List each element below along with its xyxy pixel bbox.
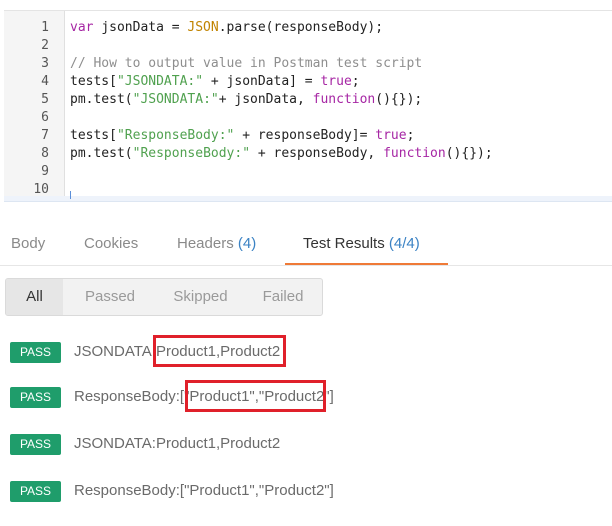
code-token: true [320,74,352,89]
code-token: "JSONDATA:" [132,92,219,107]
test-result-text: JSONDATA:Product1,Product2 [74,435,281,452]
text-cursor [70,191,71,199]
code-token: true [375,128,407,143]
tab-headers-count: (4) [237,235,257,252]
code-token: ; [351,74,360,89]
tab-headers-label: Headers [177,235,234,252]
pass-badge: PASS [10,342,61,363]
code-token: + responseBody, [250,146,384,161]
code-line: tests["ResponseBody:" + responseBody]= t… [70,127,414,145]
code-area[interactable]: var jsonData = JSON.parse(responseBody);… [65,11,612,202]
code-token: pm.test( [70,92,133,107]
editor-bottom-bar [4,196,612,202]
line-number: 1 [41,20,49,35]
code-token: function [383,146,446,161]
code-line: var jsonData = JSON.parse(responseBody); [70,19,383,37]
code-token: tests[ [70,128,117,143]
code-line: pm.test("ResponseBody:" + responseBody, … [70,145,493,163]
line-number: 6 [41,110,49,125]
tab-test-results-count: (4/4) [388,235,420,252]
code-token: // How to output value in Postman test s… [70,56,423,71]
line-number: 3 [41,56,49,71]
code-token: pm.test( [70,146,133,161]
tab-cookies[interactable]: Cookies [84,235,138,252]
code-token: .parse(responseBody); [218,20,384,35]
test-filter-group: All Passed Skipped Failed [5,278,323,316]
code-token: var [70,20,102,35]
code-token: + jsonData] = [203,74,321,89]
code-token: + responseBody]= [234,128,376,143]
code-line: tests["JSONDATA:" + jsonData] = true; [70,73,360,91]
filter-all-button[interactable]: All [6,279,63,315]
active-tab-underline [285,263,448,265]
filter-failed-button[interactable]: Failed [244,279,322,315]
highlight-box-responsebody [185,380,326,412]
code-token: JSON [187,20,219,35]
tab-body-label: Body [11,235,46,252]
code-line: // How to output value in Postman test s… [70,55,422,73]
tab-test-results[interactable]: Test Results (4/4) [303,235,420,252]
pass-badge: PASS [10,387,61,408]
code-token: tests[ [70,74,117,89]
test-result-text: ResponseBody:["Product1","Product2"] [74,482,334,499]
filter-passed-button[interactable]: Passed [63,279,157,315]
code-token: "ResponseBody:" [132,146,251,161]
code-editor[interactable]: 1234567891011 var jsonData = JSON.parse(… [4,10,612,202]
tab-cookies-label: Cookies [84,235,139,252]
highlight-box-jsondata [153,335,286,367]
code-token: (){}); [445,146,493,161]
line-number: 8 [41,146,49,161]
pass-badge: PASS [10,481,61,502]
line-number: 7 [41,128,49,143]
line-number-gutter: 1234567891011 [4,11,65,202]
line-number: 4 [41,74,49,89]
response-tabs: Body Cookies Headers (4) Test Results (4… [0,223,612,266]
filter-skipped-button[interactable]: Skipped [157,279,244,315]
tab-headers[interactable]: Headers (4) [177,235,256,252]
line-number: 2 [41,38,49,53]
code-token: jsonData = [101,20,188,35]
line-number: 9 [41,164,49,179]
tab-body[interactable]: Body [11,235,45,252]
code-token: "ResponseBody:" [116,128,235,143]
pass-badge: PASS [10,434,61,455]
code-token: ; [406,128,415,143]
code-token: + jsonData, [218,92,313,107]
code-line: pm.test("JSONDATA:"+ jsonData, function(… [70,91,422,109]
code-token: (){}); [375,92,423,107]
tab-test-results-label: Test Results [303,235,385,252]
code-token: function [312,92,376,107]
code-token: "JSONDATA:" [116,74,204,89]
line-number: 5 [41,92,49,107]
